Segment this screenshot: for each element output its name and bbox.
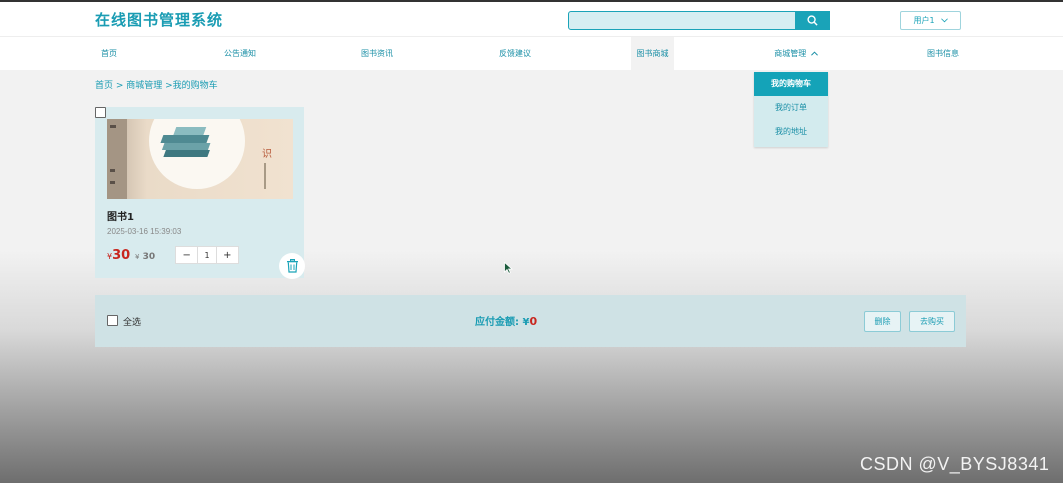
search-icon	[807, 15, 818, 26]
search-input[interactable]	[568, 11, 796, 30]
item-checkbox[interactable]	[95, 107, 106, 118]
quantity-value[interactable]: 1	[197, 247, 217, 263]
checkout-bar: 全选 应付金额: ¥0 删除 去购买	[95, 295, 966, 347]
svg-text:识: 识	[262, 148, 272, 160]
book-title: 图书1	[107, 212, 134, 223]
mall-management-dropdown: 我的购物车 我的订单 我的地址	[754, 72, 828, 147]
current-price-value: 30	[112, 248, 131, 263]
site-title: 在线图书管理系统	[95, 11, 224, 29]
chevron-down-icon	[940, 18, 948, 23]
nav-book-news[interactable]: 图书资讯	[350, 37, 404, 71]
dropdown-item-my-cart[interactable]: 我的购物车	[754, 72, 828, 96]
nav-book-info[interactable]: 图书信息	[915, 37, 971, 71]
original-price-value: 30	[142, 252, 156, 262]
quantity-stepper: − 1 +	[175, 246, 239, 264]
total-amount: 应付金额: ¥0	[475, 313, 537, 328]
currency-symbol: ¥	[135, 253, 140, 261]
checkout-button[interactable]: 去购买	[909, 311, 955, 332]
select-all-label[interactable]: 全选	[123, 315, 141, 328]
delete-item-button[interactable]	[279, 253, 305, 279]
cart-item-card: 识 图书1 2025-03-16 15:39:03 ¥30 ¥ 30 − 1 +	[95, 107, 305, 279]
dropdown-item-my-address[interactable]: 我的地址	[754, 120, 828, 144]
nav-notices[interactable]: 公告通知	[212, 37, 268, 71]
added-date: 2025-03-16 15:39:03	[107, 227, 182, 236]
nav-feedback[interactable]: 反馈建议	[487, 37, 543, 71]
current-price: ¥30	[107, 248, 130, 263]
chevron-up-icon	[810, 51, 818, 56]
user-menu-button[interactable]: 用户1	[900, 11, 961, 30]
delete-button[interactable]: 删除	[864, 311, 901, 332]
book-cover-image: 识	[107, 119, 293, 199]
trash-icon	[286, 259, 298, 273]
top-header: 在线图书管理系统 用户1	[0, 0, 1063, 36]
watermark: CSDN @V_BYSJ8341	[860, 454, 1050, 474]
original-price: ¥ 30	[135, 252, 155, 262]
dropdown-item-my-orders[interactable]: 我的订单	[754, 96, 828, 120]
main-nav: 首页 公告通知 图书资讯 反馈建议 图书商城 商城管理 图书信息	[0, 36, 1063, 71]
nav-home[interactable]: 首页	[88, 37, 130, 71]
search-button[interactable]	[795, 11, 830, 30]
increase-button[interactable]: +	[217, 247, 238, 263]
mouse-cursor-icon	[504, 262, 513, 274]
user-label: 用户1	[913, 16, 935, 25]
total-label: 应付金额: ¥	[475, 317, 530, 328]
decrease-button[interactable]: −	[176, 247, 197, 263]
total-value: 0	[529, 315, 538, 328]
select-all-checkbox[interactable]	[107, 315, 118, 326]
nav-mall-management[interactable]: 商城管理	[762, 37, 830, 71]
nav-mall-management-label: 商城管理	[774, 49, 807, 58]
nav-book-mall[interactable]: 图书商城	[631, 37, 674, 71]
breadcrumb: 首页 > 商城管理 >我的购物车	[95, 81, 218, 91]
